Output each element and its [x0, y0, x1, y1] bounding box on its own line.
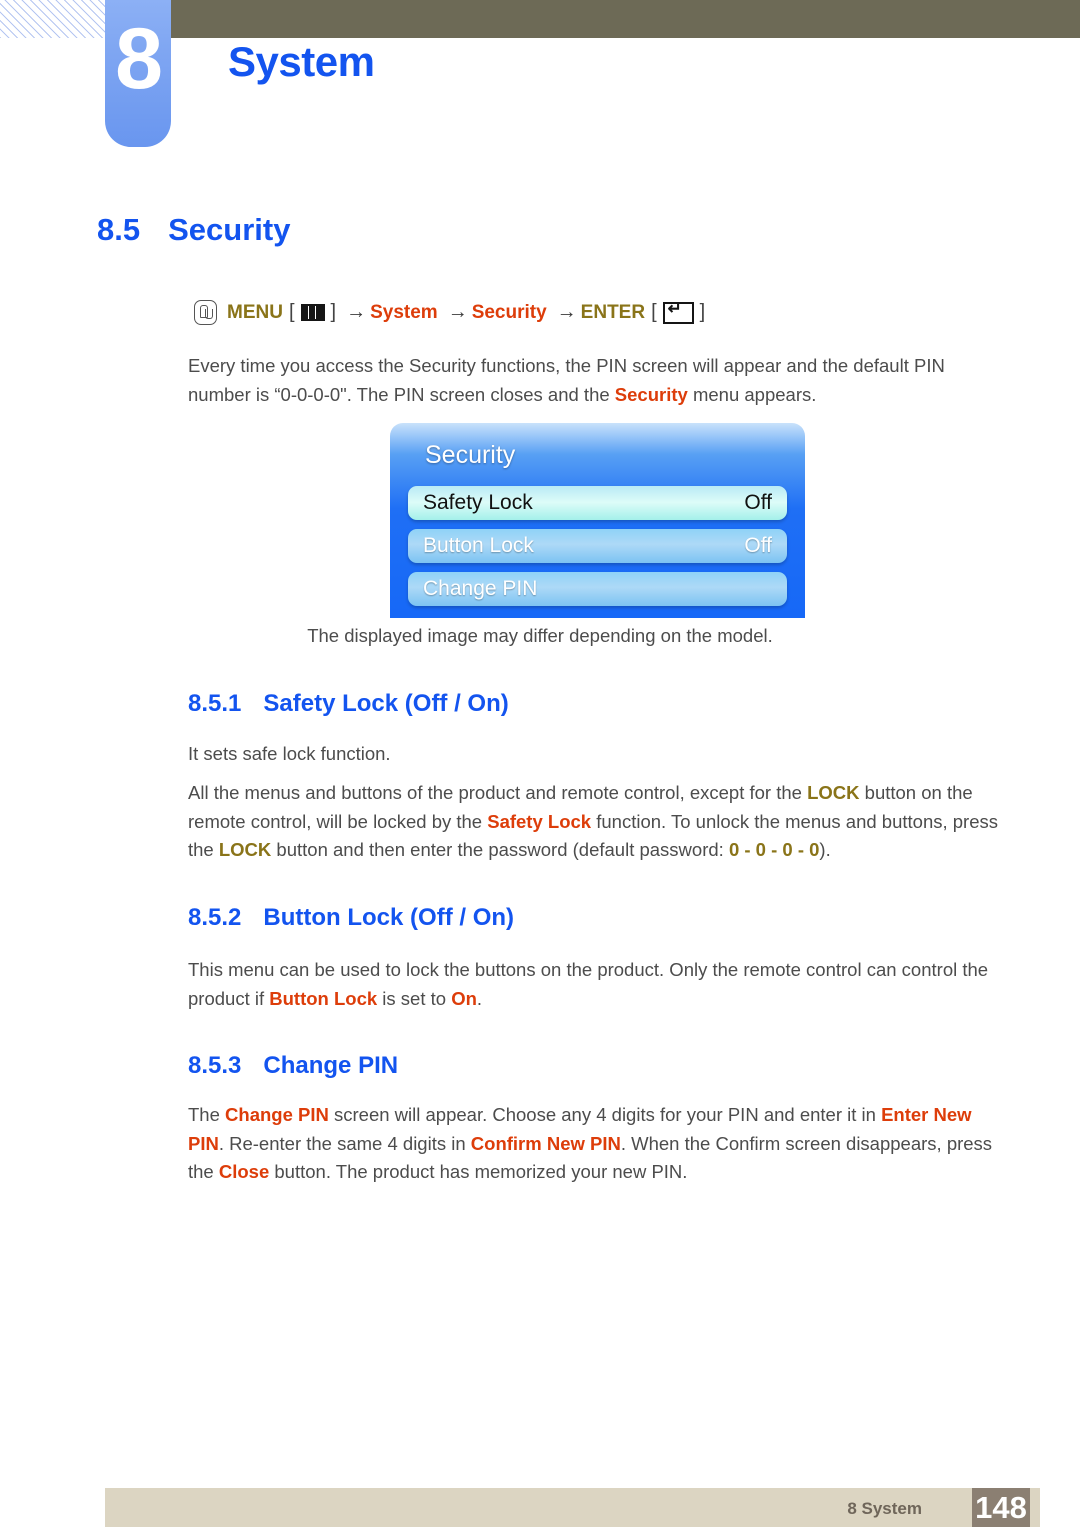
- subsection-title: Change PIN: [263, 1052, 399, 1079]
- bracket-open-2: [: [651, 301, 657, 323]
- osd-caption: The displayed image may differ depending…: [307, 625, 773, 646]
- subsection-heading-853: 8.5.3 Change PIN: [188, 1052, 398, 1080]
- osd-row-value: Off: [744, 534, 772, 557]
- menu-bars-icon: [300, 304, 325, 321]
- subsection-heading-852: 8.5.2 Button Lock (Off / On): [188, 904, 514, 932]
- sub3-p1-e: button. The product has memorized your n…: [269, 1161, 688, 1182]
- osd-row-label: Button Lock: [423, 534, 534, 557]
- header-olive-bar: [170, 0, 1080, 38]
- osd-row-safety-lock[interactable]: Safety Lock Off: [408, 486, 787, 520]
- chapter-title: System: [228, 38, 375, 85]
- arrow-icon-2: →: [447, 301, 468, 323]
- sub2-paragraph-1: This menu can be used to lock the button…: [188, 956, 1000, 1013]
- enter-label: ENTER: [580, 301, 646, 323]
- sub1-p2-a: All the menus and buttons of the product…: [188, 782, 808, 803]
- subsection-number: 8.5.1: [188, 690, 242, 717]
- arrow-icon-1: →: [346, 301, 367, 323]
- bracket-open-1: [: [288, 301, 295, 323]
- sub3-p1-c: . Re-enter the same 4 digits in: [218, 1132, 471, 1154]
- chapter-number: 8: [115, 11, 163, 107]
- sub2-term-on: On: [451, 987, 477, 1009]
- sub3-term-confirm-new-pin: Confirm New PIN: [470, 1132, 621, 1154]
- sub2-term-button-lock: Button Lock: [269, 987, 378, 1009]
- osd-row-value: Off: [744, 491, 772, 514]
- sub1-paragraph-1: It sets safe lock function.: [188, 743, 391, 764]
- chapter-number-tab: 8: [105, 0, 171, 147]
- section-heading: 8.5 Security: [97, 212, 290, 248]
- osd-row-label: Safety Lock: [423, 491, 533, 514]
- footer-page-number: 148: [972, 1488, 1030, 1527]
- sub1-p2-d: button and then enter the password (defa…: [271, 839, 729, 860]
- menu-label: MENU: [227, 301, 283, 323]
- subsection-heading-851: 8.5.1 Safety Lock (Off / On): [188, 690, 509, 718]
- sub2-p1-b: is set to: [377, 987, 452, 1009]
- osd-row-change-pin[interactable]: Change PIN: [408, 572, 787, 606]
- osd-security-menu: Security Safety Lock Off Button Lock Off…: [390, 423, 805, 618]
- sub3-term-close: Close: [218, 1161, 270, 1182]
- sub1-p2-e: ).: [819, 839, 831, 860]
- sub1-term-safety-lock: Safety Lock: [487, 810, 592, 832]
- sub3-p1-a: The: [188, 1104, 226, 1125]
- osd-row-label: Change PIN: [423, 577, 538, 600]
- sub1-term-lock-1: LOCK: [807, 782, 860, 803]
- sub1-paragraph-2: All the menus and buttons of the product…: [188, 779, 1000, 865]
- intro-text-b: menu appears.: [687, 383, 817, 405]
- hand-press-icon: [194, 300, 217, 325]
- menu-path-breadcrumb: MENU [ ] → System → Security → ENTER [ ]: [194, 299, 711, 325]
- intro-highlight-security: Security: [614, 383, 688, 405]
- osd-row-list: Safety Lock Off Button Lock Off Change P…: [408, 486, 787, 606]
- menu-path-item-security: Security: [471, 301, 547, 323]
- menu-path-item-system: System: [370, 301, 438, 323]
- intro-paragraph: Every time you access the Security funct…: [188, 352, 1000, 409]
- enter-key-icon: [662, 299, 694, 324]
- bracket-close-2: ]: [699, 301, 706, 323]
- subsection-number: 8.5.2: [188, 904, 242, 931]
- hatch-decoration: [0, 0, 112, 38]
- intro-text-a: Every time you access the Security funct…: [188, 355, 945, 405]
- subsection-title: Button Lock (Off / On): [263, 904, 515, 931]
- section-number: 8.5: [97, 212, 141, 247]
- sub1-term-default-pin: 0 - 0 - 0 - 0: [728, 839, 820, 860]
- sub3-paragraph-1: The Change PIN screen will appear. Choos…: [188, 1101, 1000, 1187]
- subsection-number: 8.5.3: [188, 1052, 242, 1079]
- page-footer: 8 System 148: [105, 1488, 1040, 1527]
- sub1-term-lock-2: LOCK: [218, 839, 272, 860]
- sub2-p1-c: .: [476, 987, 483, 1009]
- subsection-title: Safety Lock (Off / On): [263, 690, 509, 717]
- sub3-p1-b: screen will appear. Choose any 4 digits …: [328, 1104, 882, 1125]
- sub3-term-change-pin: Change PIN: [225, 1104, 329, 1125]
- osd-row-button-lock[interactable]: Button Lock Off: [408, 529, 787, 563]
- section-title-text: Security: [168, 212, 291, 247]
- chapter-header: 8 System: [0, 0, 1080, 160]
- bracket-close-1: ]: [330, 301, 337, 323]
- osd-title: Security: [425, 441, 516, 469]
- footer-chapter-label: 8 System: [847, 1499, 922, 1518]
- arrow-icon-3: →: [556, 301, 577, 323]
